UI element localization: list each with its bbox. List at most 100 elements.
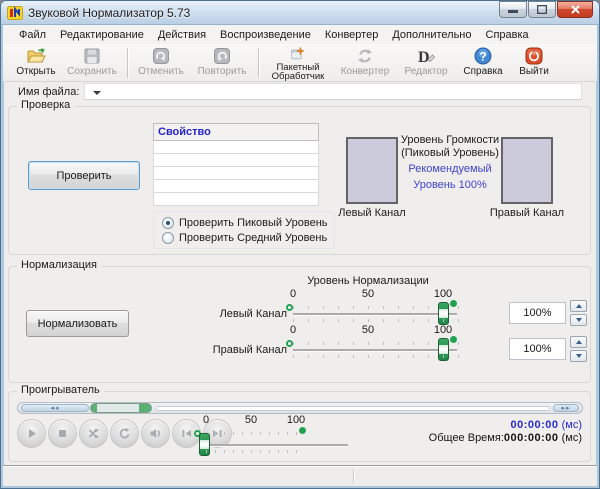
- window-title: Звуковой Нормализатор 5.73: [28, 5, 191, 20]
- scale-100: 100: [286, 414, 306, 426]
- left-channel-slider-track[interactable]: [293, 313, 457, 315]
- seek-forward-icon: ▸▸: [561, 404, 571, 412]
- editor-button[interactable]: D Редактор: [397, 45, 455, 81]
- volume-button[interactable]: [141, 419, 170, 448]
- scale-0: 0: [289, 288, 297, 300]
- toolbar-separator: [258, 47, 259, 78]
- toolbar-separator: [127, 47, 128, 78]
- caption-buttons: [499, 1, 593, 18]
- minimize-button[interactable]: [499, 1, 527, 18]
- help-button[interactable]: ? Справка: [455, 45, 511, 81]
- right-channel-slider-label: Правый Канал: [212, 344, 287, 356]
- minimize-icon: [508, 10, 518, 13]
- open-button[interactable]: Открыть: [11, 45, 61, 81]
- close-button[interactable]: [557, 1, 593, 18]
- shuffle-button[interactable]: [79, 419, 108, 448]
- table-row[interactable]: [153, 179, 319, 193]
- undo-button[interactable]: Отменить: [132, 45, 190, 81]
- radio-unchecked-icon[interactable]: [162, 231, 174, 244]
- file-name-combobox[interactable]: [84, 83, 582, 100]
- repeat-button[interactable]: [110, 419, 139, 448]
- scale-50: 50: [361, 324, 375, 336]
- table-row[interactable]: [153, 153, 319, 167]
- scale-0: 0: [289, 324, 297, 336]
- check-group-legend: Проверка: [17, 99, 75, 111]
- redo-icon: [214, 47, 230, 64]
- menu-help[interactable]: Справка: [480, 27, 535, 43]
- left-channel-percent-field[interactable]: 100%: [509, 302, 566, 324]
- right-channel-spin-down-button[interactable]: [570, 350, 587, 362]
- total-time-label: Общее Время:: [428, 432, 504, 444]
- stop-button[interactable]: [48, 419, 77, 448]
- redo-button[interactable]: Повторить: [190, 45, 254, 81]
- exit-button[interactable]: Выйти: [511, 45, 557, 81]
- slider-start-ring-icon: [286, 340, 293, 347]
- maximize-button[interactable]: [528, 1, 556, 18]
- app-window: Звуковой Нормализатор 5.73 Файл Редактир…: [0, 0, 600, 489]
- menu-playback[interactable]: Воспроизведение: [214, 27, 317, 43]
- seek-back-button[interactable]: ◂◂: [21, 404, 89, 412]
- volume-slider-track[interactable]: [206, 444, 348, 446]
- left-channel-level-bar: [346, 137, 398, 204]
- exit-button-label: Выйти: [519, 65, 549, 77]
- menu-extras[interactable]: Дополнительно: [386, 27, 477, 43]
- chevron-down-icon[interactable]: [93, 91, 101, 95]
- scale-100: 100: [433, 324, 453, 336]
- normalize-button[interactable]: Нормализовать: [26, 310, 129, 337]
- right-channel-percent-field[interactable]: 100%: [509, 338, 566, 360]
- seek-thumb[interactable]: [90, 403, 152, 413]
- converter-button[interactable]: Конвертер: [333, 45, 397, 81]
- save-button[interactable]: Сохранить: [61, 45, 123, 81]
- editor-icon: D: [418, 49, 436, 66]
- previous-icon: [182, 430, 191, 437]
- table-row[interactable]: [153, 192, 319, 206]
- menu-edit[interactable]: Редактирование: [54, 27, 150, 43]
- radio-peak-level[interactable]: Проверить Пиковый Уровень: [162, 215, 334, 230]
- menu-file[interactable]: Файл: [13, 27, 52, 43]
- menu-converter[interactable]: Конвертер: [319, 27, 384, 43]
- play-icon: [29, 429, 36, 438]
- seek-forward-button[interactable]: ▸▸: [553, 404, 579, 412]
- right-channel-level-bar: [501, 137, 553, 204]
- current-time-value: 00:00:00: [510, 419, 559, 431]
- right-channel-spin-up-button[interactable]: [570, 336, 587, 348]
- radio-checked-icon[interactable]: [162, 216, 174, 229]
- property-table-header: Свойство: [153, 123, 319, 141]
- seek-bar[interactable]: ◂◂ ▸▸: [17, 402, 583, 414]
- recommended-line2: Уровень 100%: [413, 179, 487, 191]
- player-group: Проигрыватель ◂◂ ▸▸ 0 50 100 00:00:00 (м…: [8, 384, 591, 462]
- scale-0: 0: [202, 414, 210, 426]
- check-button[interactable]: Проверить: [28, 161, 140, 190]
- seek-track[interactable]: [156, 406, 550, 411]
- maximize-icon: [537, 5, 547, 14]
- left-channel-spin-down-button[interactable]: [570, 314, 587, 326]
- batch-processor-icon: [291, 45, 306, 59]
- editor-button-label: Редактор: [404, 65, 448, 77]
- converter-button-label: Конвертер: [340, 65, 390, 77]
- toolbar: Открыть Сохранить Отменить Повторить Пак…: [3, 44, 597, 82]
- volume-title-line2: (Пиковый Уровень): [401, 147, 499, 159]
- batch-processor-button[interactable]: Пакетный Обработчик: [263, 45, 333, 81]
- status-bar-divider: [353, 469, 354, 483]
- svg-text:D: D: [418, 49, 430, 66]
- tick-marks: [293, 355, 468, 358]
- radio-average-level[interactable]: Проверить Средний Уровень: [162, 230, 334, 245]
- help-button-label: Справка: [463, 65, 503, 77]
- tick-marks: [293, 319, 468, 322]
- left-channel-spin-up-button[interactable]: [570, 300, 587, 312]
- arrow-down-icon: [575, 318, 582, 322]
- left-channel-percent-value: 100%: [523, 307, 552, 319]
- right-channel-slider-track[interactable]: [293, 349, 457, 351]
- play-button[interactable]: [17, 419, 46, 448]
- volume-icon: [150, 429, 160, 438]
- table-row[interactable]: [153, 140, 319, 154]
- undo-icon: [153, 47, 169, 64]
- menu-actions[interactable]: Действия: [152, 27, 212, 43]
- right-channel-percent-value: 100%: [523, 343, 552, 355]
- table-row[interactable]: [153, 166, 319, 180]
- converter-icon: [358, 48, 372, 63]
- file-name-label: Имя файла:: [18, 86, 80, 98]
- recommended-line1: Рекомендуемый: [408, 163, 492, 175]
- arrow-up-icon: [575, 304, 582, 308]
- property-table[interactable]: Свойство: [153, 123, 319, 206]
